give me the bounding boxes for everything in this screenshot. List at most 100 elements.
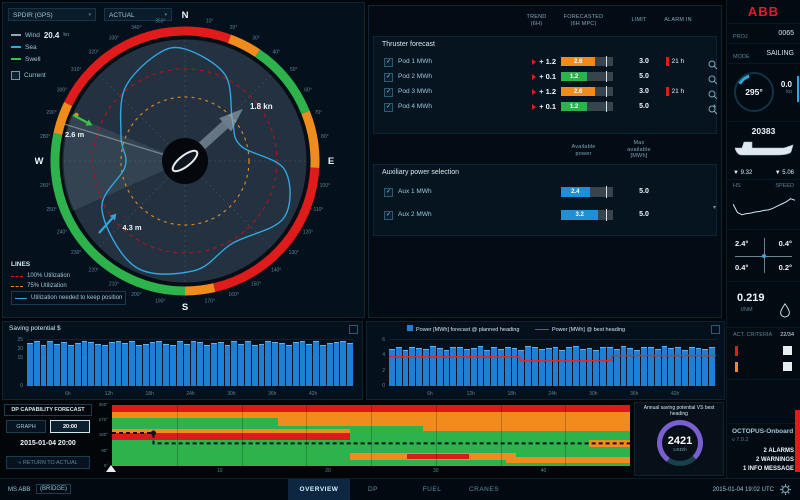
dashboard-screen: SPDIR (GPS) ▾ ACTUAL ▾ Wind 20.4 kn Sea … [0, 0, 800, 500]
y-tick-label: 2 [371, 368, 385, 374]
blue-line-icon [15, 298, 27, 299]
svg-text:190°: 190° [155, 298, 165, 304]
tab-cranes[interactable]: CRANES [462, 479, 506, 500]
ship-number: 20383 [727, 126, 800, 136]
svg-text:200°: 200° [131, 292, 141, 298]
row-checkbox[interactable]: ✓ [384, 73, 393, 82]
scroll-down-icon[interactable]: ▾ [713, 204, 716, 211]
sidebar: ABB PROJ 0065 MODE SAILING 295° 0.0 kn 2… [726, 0, 800, 478]
alarm-chip: 21 h [666, 87, 684, 96]
svg-text:310°: 310° [71, 67, 81, 73]
heatmap-y-label: 180° [86, 432, 108, 437]
x-tick-label: 42h [309, 391, 317, 397]
thruster-section-title: Thruster forecast [382, 41, 435, 48]
magnifier-icon[interactable] [708, 87, 718, 97]
alert-flag-icon [532, 74, 536, 80]
lines-legend-item: 100% Utilization [11, 271, 126, 281]
alarm-strip [795, 410, 800, 472]
gear-icon[interactable] [780, 484, 791, 495]
heatmap-y-label: 90° [86, 448, 108, 453]
row-checkbox[interactable]: ✓ [384, 88, 393, 97]
fuel-unit: t/NM [741, 307, 753, 313]
row-checkbox[interactable]: ✓ [384, 211, 393, 220]
alert-flag-icon [532, 104, 536, 110]
svg-text:10°: 10° [206, 19, 214, 25]
forecast-bar: 2.6 [561, 57, 613, 66]
row-name: Pod 3 MWh [398, 88, 432, 95]
row-checkbox[interactable]: ✓ [384, 58, 393, 67]
svg-text:120°: 120° [303, 230, 313, 236]
expand-icon[interactable] [711, 325, 720, 334]
svg-text:30°: 30° [252, 36, 260, 42]
gauge-title: Annual saving potential VS best heading [637, 405, 721, 417]
info-count[interactable]: 1 INFO MESSAGE [743, 466, 794, 472]
speed-bar-indicator [797, 76, 799, 102]
time-marker-icon[interactable] [106, 465, 116, 472]
saving-chart-plot: 25201506h12h18h24h30h36h42h [27, 336, 354, 386]
scroll-up-icon[interactable]: ▴ [713, 102, 716, 109]
available-power-bar: 3.2 [561, 210, 613, 220]
thruster-row: ✓Pod 3 MWh+ 1.22.63.021 h [374, 85, 716, 100]
tab-fuel[interactable]: FUEL [414, 479, 450, 500]
saving-gauge-ring: 2421 USD/h [657, 420, 703, 466]
attitude-br: 0.2° [779, 263, 792, 272]
svg-text:20°: 20° [230, 25, 238, 31]
x-tick-label: 18h [507, 391, 515, 397]
alert-flag-icon [532, 89, 536, 95]
heading-value: 295° [745, 87, 763, 97]
lines-legend: LINES 100% Utilization 75% Utilization U… [11, 261, 126, 305]
y-tick-label: 0 [371, 383, 385, 389]
max-available-value: 5.0 [628, 188, 660, 195]
project-row: PROJ 0065 [727, 24, 800, 44]
alarm-count[interactable]: 2 ALARMS [764, 448, 794, 454]
row-name: Aux 2 MWh [398, 211, 432, 218]
tab-overview[interactable]: OVERVIEW [288, 479, 350, 500]
lines-legend-title: LINES [11, 261, 126, 268]
fuel-drop-icon [778, 302, 792, 318]
warning-count[interactable]: 2 WARNINGS [756, 457, 794, 463]
x-tick-label: 30h [589, 391, 597, 397]
magnifier-icon[interactable] [708, 57, 718, 67]
magnifier-icon[interactable] [708, 72, 718, 82]
svg-text:260°: 260° [40, 183, 50, 189]
lines-legend-label: 100% Utilization [27, 273, 70, 279]
mode-row: MODE SAILING [727, 44, 800, 64]
svg-text:140°: 140° [271, 267, 281, 273]
tab-dp[interactable]: DP [358, 479, 388, 500]
time-button[interactable]: 20:00 [50, 420, 90, 433]
heatmap-x-label: 10 [217, 468, 223, 474]
row-checkbox[interactable]: ✓ [384, 188, 393, 197]
heatmap-y-label: 360° [86, 402, 108, 407]
mode-value: SAILING [766, 44, 794, 64]
lines-legend-label: Utilization needed to keep position [31, 295, 122, 301]
svg-text:80°: 80° [321, 134, 329, 140]
aux-section-title: Auxiliary power selection [382, 169, 459, 176]
octopus-version: v 7.0.2 [732, 437, 749, 443]
alert-flag-icon [532, 59, 536, 65]
row-checkbox[interactable]: ✓ [384, 103, 393, 112]
auxiliary-power-section: Auxiliary power selection ✓Aux 1 MWh2.45… [373, 164, 717, 236]
y-tick-label: 25 [9, 337, 23, 343]
graph-button[interactable]: GRAPH [6, 420, 46, 433]
svg-text:300°: 300° [57, 88, 67, 94]
lines-legend-item-highlight[interactable]: Utilization needed to keep position [11, 291, 126, 305]
return-to-actual-button[interactable]: « RETURN TO ACTUAL [6, 456, 90, 469]
x-tick-label: 18h [145, 391, 153, 397]
gauge-unit: USD/h [673, 447, 686, 452]
criteria-red-toggle[interactable] [783, 346, 792, 355]
criteria-section: ACT. CRITERIA 22/34 [727, 328, 800, 380]
criteria-orange-toggle[interactable] [783, 362, 792, 371]
vessel-name: MS ABB [8, 479, 30, 500]
svg-text:S: S [182, 302, 188, 311]
criteria-orange-bar [735, 362, 738, 372]
limit-value: 5.0 [628, 103, 660, 110]
svg-text:330°: 330° [109, 36, 119, 42]
forecast-date: 2015-01-04 20:00 [2, 440, 94, 447]
svg-text:250°: 250° [46, 207, 56, 213]
svg-text:100°: 100° [320, 183, 330, 189]
attitude-bl: 0.4° [735, 263, 748, 272]
y-tick-label: 15 [9, 355, 23, 361]
svg-text:320°: 320° [89, 50, 99, 56]
expand-icon[interactable] [349, 325, 358, 334]
trend-spark-section: HS SPEED [727, 180, 800, 230]
